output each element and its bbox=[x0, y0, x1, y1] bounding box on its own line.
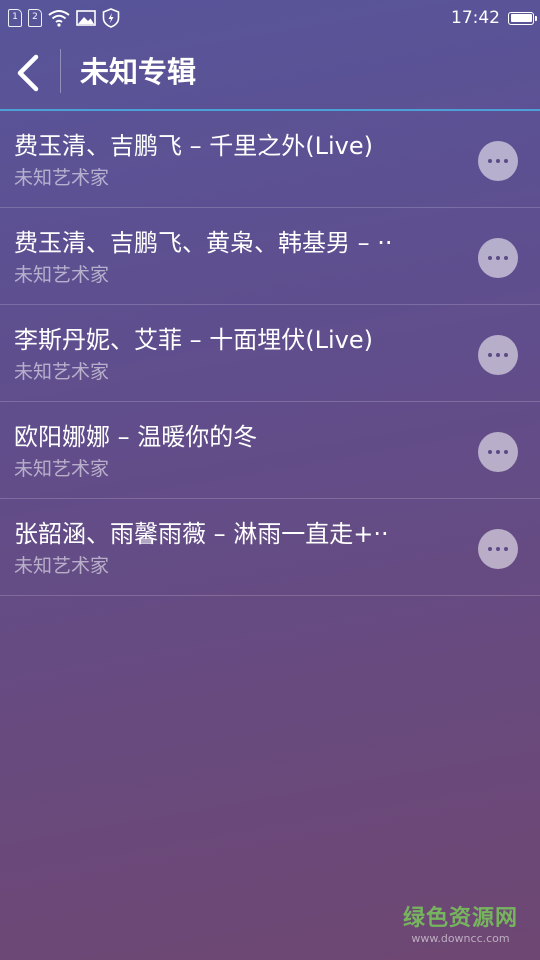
watermark-url: www.downcc.com bbox=[411, 932, 510, 945]
list-item[interactable]: 李斯丹妮、艾菲 – 十面埋伏(Live) 未知艺术家 bbox=[0, 305, 540, 402]
more-dots-icon bbox=[488, 353, 492, 357]
song-artist: 未知艺术家 bbox=[14, 264, 110, 286]
battery-level bbox=[510, 14, 532, 22]
more-options-button[interactable] bbox=[478, 529, 518, 569]
image-icon bbox=[76, 10, 96, 26]
list-item[interactable]: 费玉清、吉鹏飞 – 千里之外(Live) 未知艺术家 bbox=[0, 111, 540, 208]
wifi-icon bbox=[48, 9, 70, 27]
song-list: 费玉清、吉鹏飞 – 千里之外(Live) 未知艺术家 费玉清、吉鹏飞、黄枭、韩基… bbox=[0, 111, 540, 596]
song-artist: 未知艺术家 bbox=[14, 458, 110, 480]
status-icons-left: 1 2 bbox=[8, 8, 120, 28]
list-item[interactable]: 张韶涵、雨馨雨薇 – 淋雨一直走+·· 未知艺术家 bbox=[0, 499, 540, 596]
chevron-left-icon bbox=[17, 54, 39, 92]
header-divider bbox=[60, 49, 61, 93]
shield-icon bbox=[102, 8, 120, 28]
song-title: 张韶涵、雨馨雨薇 – 淋雨一直走+·· bbox=[14, 520, 389, 548]
more-options-button[interactable] bbox=[478, 335, 518, 375]
battery-icon bbox=[508, 11, 537, 25]
sim-1-icon: 1 bbox=[8, 9, 22, 27]
song-title: 李斯丹妮、艾菲 – 十面埋伏(Live) bbox=[14, 326, 373, 354]
watermark-logo-text: 绿色资源网 bbox=[402, 906, 518, 931]
more-dots-icon bbox=[488, 450, 492, 454]
app-header: 未知专辑 bbox=[0, 36, 540, 110]
back-button[interactable] bbox=[0, 36, 54, 110]
list-item[interactable]: 费玉清、吉鹏飞、黄枭、韩基男 – ·· 未知艺术家 bbox=[0, 208, 540, 305]
song-artist: 未知艺术家 bbox=[14, 361, 110, 383]
status-icons-right: 17:42 bbox=[451, 7, 537, 29]
more-dots-icon bbox=[488, 159, 492, 163]
more-dots-icon bbox=[488, 547, 492, 551]
song-title: 费玉清、吉鹏飞 – 千里之外(Live) bbox=[14, 132, 373, 160]
page-title: 未知专辑 bbox=[80, 55, 197, 89]
list-item[interactable]: 欧阳娜娜 – 温暖你的冬 未知艺术家 bbox=[0, 402, 540, 499]
watermark: 绿色资源网 www.downcc.com bbox=[403, 906, 518, 946]
clock: 17:42 bbox=[451, 8, 500, 28]
song-title: 费玉清、吉鹏飞、黄枭、韩基男 – ·· bbox=[14, 229, 393, 257]
song-title: 欧阳娜娜 – 温暖你的冬 bbox=[14, 423, 258, 451]
more-options-button[interactable] bbox=[478, 141, 518, 181]
more-options-button[interactable] bbox=[478, 432, 518, 472]
status-bar: 1 2 17:42 bbox=[0, 0, 540, 36]
sim-2-icon: 2 bbox=[28, 9, 42, 27]
song-artist: 未知艺术家 bbox=[14, 555, 110, 577]
song-artist: 未知艺术家 bbox=[14, 167, 110, 189]
more-dots-icon bbox=[488, 256, 492, 260]
more-options-button[interactable] bbox=[478, 238, 518, 278]
